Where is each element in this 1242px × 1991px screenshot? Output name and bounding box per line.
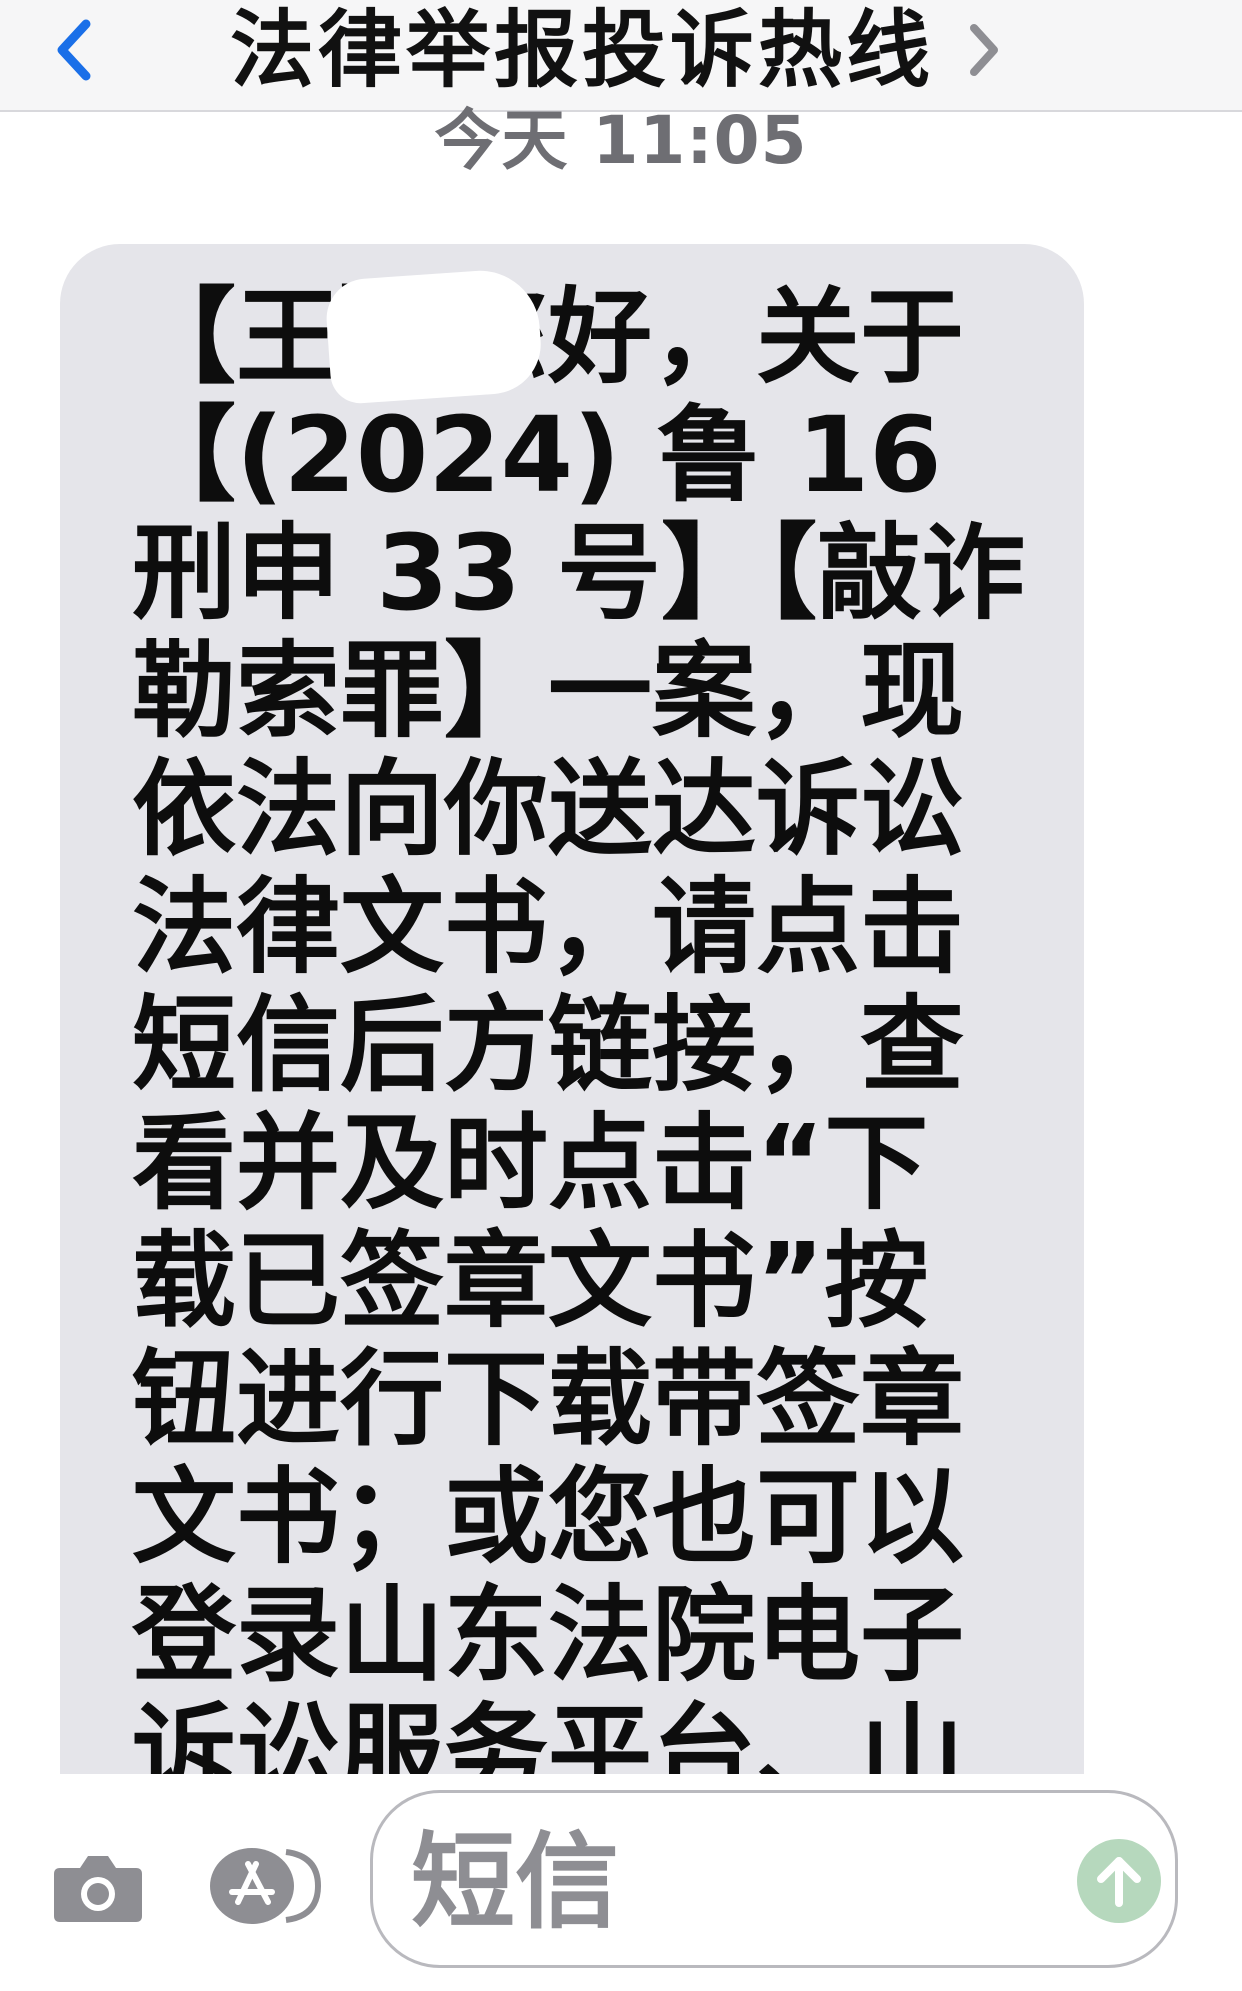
redaction-mark: [323, 266, 545, 406]
message-timestamp: 今天 11:05: [434, 102, 808, 179]
app-store-button[interactable]: [206, 1844, 324, 1928]
conversation-header: 法律举报投诉热线: [0, 0, 1242, 112]
send-button[interactable]: [1077, 1839, 1161, 1923]
message-text: 【王】您好，关于【(2024) 鲁 16 刑申 33 号】【敲诈勒索罪】一案，现…: [132, 276, 1026, 1774]
contact-name: 法律举报投诉热线: [230, 1, 935, 99]
chevron-right-icon: [962, 20, 1006, 80]
camera-icon: [54, 1856, 142, 1922]
contact-title-button[interactable]: 法律举报投诉热线: [230, 0, 1006, 100]
camera-button[interactable]: [50, 1850, 146, 1926]
message-input-placeholder: 短信: [411, 1821, 620, 1943]
app-store-icon: [210, 1848, 322, 1924]
incoming-message-bubble[interactable]: 【王】您好，关于【(2024) 鲁 16 刑申 33 号】【敲诈勒索罪】一案，现…: [60, 244, 1084, 1774]
back-button[interactable]: [44, 10, 104, 90]
send-arrow-up-icon: [1097, 1857, 1141, 1907]
message-input[interactable]: 短信: [370, 1790, 1178, 1968]
chevron-left-icon: [57, 19, 91, 81]
compose-bar: 短信: [0, 1774, 1242, 1991]
